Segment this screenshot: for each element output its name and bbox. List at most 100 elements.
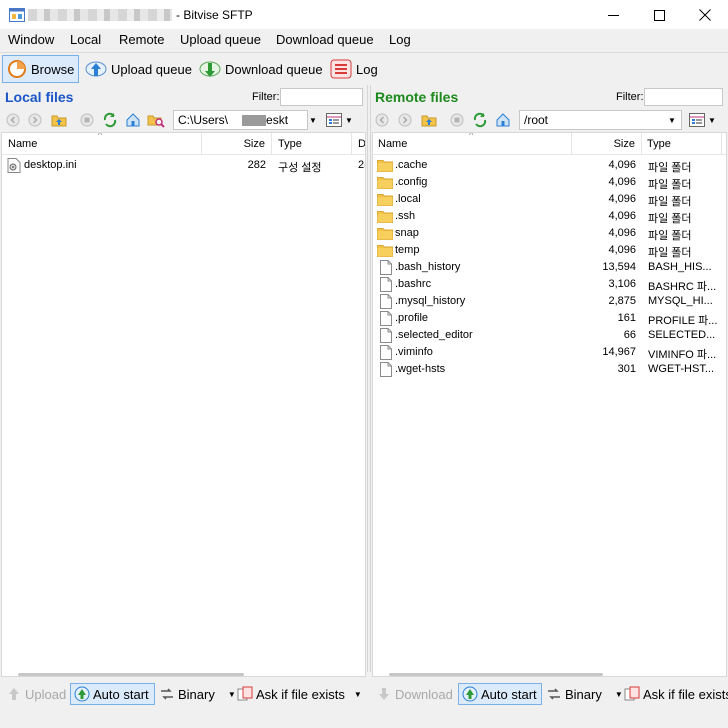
remote-horizontal-scrollbar-thumb[interactable] bbox=[389, 673, 603, 676]
menu-window[interactable]: Window bbox=[6, 32, 56, 47]
remote-parent-folder-button[interactable] bbox=[420, 111, 438, 129]
overwrite-prompt-icon bbox=[237, 686, 253, 701]
download-queue-button[interactable]: Download queue bbox=[195, 55, 326, 83]
upload-button[interactable]: Upload bbox=[3, 683, 69, 705]
remote-col-size[interactable]: Size bbox=[572, 133, 642, 155]
local-col-type[interactable]: Type bbox=[272, 133, 352, 155]
remote-path-field[interactable]: /root bbox=[519, 110, 682, 130]
upload-queue-button[interactable]: Upload queue bbox=[81, 55, 195, 83]
file-name: .bash_history bbox=[395, 261, 461, 273]
local-forward-button[interactable] bbox=[26, 111, 44, 129]
file-icon bbox=[380, 311, 392, 326]
table-row[interactable]: .profile 161 PROFILE 파... bbox=[373, 310, 726, 327]
minimize-button[interactable] bbox=[590, 0, 636, 30]
remote-back-button[interactable] bbox=[373, 111, 391, 129]
local-filter-input[interactable] bbox=[280, 88, 363, 106]
stop-icon bbox=[450, 113, 464, 127]
table-row[interactable]: temp 4,096 파일 폴더 bbox=[373, 242, 726, 259]
file-size: 66 bbox=[623, 329, 636, 341]
remote-home-button[interactable] bbox=[494, 111, 512, 129]
menu-remote[interactable]: Remote bbox=[117, 32, 167, 47]
table-row[interactable]: .bashrc 3,106 BASHRC 파... bbox=[373, 276, 726, 293]
auto-start-label: Auto start bbox=[481, 686, 537, 702]
menu-log[interactable]: Log bbox=[387, 32, 413, 47]
local-horizontal-scrollbar-thumb[interactable] bbox=[18, 673, 244, 676]
local-column-header: ^ Name Size Type D bbox=[2, 133, 365, 155]
remote-col-name[interactable]: ^ Name bbox=[373, 133, 572, 155]
chevron-down-icon: ▼ bbox=[345, 115, 353, 125]
remote-stop-button[interactable] bbox=[448, 111, 466, 129]
file-size: 4,096 bbox=[608, 227, 636, 239]
menu-local[interactable]: Local bbox=[68, 32, 103, 47]
local-path-dropdown[interactable]: ▼ bbox=[306, 110, 320, 130]
browse-button[interactable]: Browse bbox=[2, 55, 79, 83]
table-row[interactable]: .local 4,096 파일 폴더 bbox=[373, 191, 726, 209]
file-size: 4,096 bbox=[608, 159, 636, 171]
file-name: .viminfo bbox=[395, 346, 433, 358]
file-size: 301 bbox=[617, 363, 636, 375]
local-col-size[interactable]: Size bbox=[202, 133, 272, 155]
remote-forward-button[interactable] bbox=[396, 111, 414, 129]
file-icon bbox=[380, 328, 392, 343]
local-parent-folder-button[interactable] bbox=[50, 111, 68, 129]
download-button[interactable]: Download bbox=[373, 683, 456, 705]
menu-download-queue[interactable]: Download queue bbox=[274, 32, 376, 47]
table-row[interactable]: snap 4,096 파일 폴더 bbox=[373, 225, 726, 242]
folder-icon bbox=[377, 177, 393, 189]
table-row[interactable]: .selected_editor 66 SELECTED... bbox=[373, 327, 726, 344]
remote-col-type[interactable]: Type bbox=[642, 133, 722, 155]
remote-view-button[interactable]: ▼ bbox=[689, 110, 725, 130]
remote-file-list[interactable]: ^ Name Size Type .cache 4,096 파일 폴더 .config… bbox=[372, 132, 727, 677]
local-overwrite-dropdown[interactable]: Ask if file exists ▼ bbox=[234, 683, 365, 705]
local-col-date[interactable]: D bbox=[352, 133, 365, 155]
folder-icon bbox=[377, 192, 393, 209]
table-row[interactable]: .config 4,096 파일 폴더 bbox=[373, 174, 726, 191]
local-binary-dropdown[interactable]: Binary ▼ bbox=[156, 683, 239, 705]
local-find-folder-button[interactable] bbox=[147, 111, 165, 129]
local-path-field[interactable]: C:\Users\ \Deskt bbox=[173, 110, 308, 130]
remote-panel-title: Remote files bbox=[375, 89, 459, 105]
remote-overwrite-dropdown[interactable]: Ask if file exists bbox=[621, 683, 728, 705]
menu-upload-queue[interactable]: Upload queue bbox=[178, 32, 263, 47]
file-type: 파일 폴더 bbox=[648, 162, 692, 174]
table-row[interactable]: .mysql_history 2,875 MYSQL_HI... bbox=[373, 293, 726, 310]
file-type: WGET-HST... bbox=[648, 363, 714, 375]
remote-binary-dropdown[interactable]: Binary ▼ bbox=[543, 683, 626, 705]
local-auto-start-toggle[interactable]: Auto start bbox=[70, 683, 155, 705]
table-row[interactable]: .ssh 4,096 파일 폴더 bbox=[373, 208, 726, 225]
file-type: 파일 폴더 bbox=[648, 247, 692, 259]
local-view-button[interactable]: ▼ bbox=[326, 110, 362, 130]
folder-icon bbox=[377, 158, 393, 175]
table-row[interactable]: .wget-hsts 301 WGET-HST... bbox=[373, 361, 726, 378]
remote-filter-label: Filter: bbox=[616, 91, 644, 103]
file-name: desktop.ini bbox=[24, 159, 77, 171]
maximize-button[interactable] bbox=[636, 0, 682, 30]
local-col-name[interactable]: ^ Name bbox=[2, 133, 202, 155]
table-row[interactable]: .bash_history 13,594 BASH_HIS... bbox=[373, 259, 726, 276]
table-row[interactable]: .cache 4,096 파일 폴더 bbox=[373, 157, 726, 175]
back-arrow-icon bbox=[6, 113, 20, 127]
local-refresh-button[interactable] bbox=[101, 111, 119, 129]
close-button[interactable] bbox=[682, 0, 728, 30]
table-row[interactable]: .viminfo 14,967 VIMINFO 파... bbox=[373, 344, 726, 361]
remote-filter-input[interactable] bbox=[644, 88, 723, 106]
table-row[interactable]: desktop.ini 282 구성 설정 2( bbox=[2, 157, 365, 174]
window-title: - Bitvise SFTP bbox=[176, 8, 253, 22]
local-stop-button[interactable] bbox=[78, 111, 96, 129]
folder-up-icon bbox=[51, 115, 67, 127]
remote-transfer-bar: Download Auto start Binary ▼ Ask if file… bbox=[371, 682, 728, 706]
maximize-icon bbox=[653, 9, 665, 21]
local-home-button[interactable] bbox=[124, 111, 142, 129]
remote-refresh-button[interactable] bbox=[471, 111, 489, 129]
folder-icon bbox=[377, 160, 393, 172]
refresh-icon bbox=[473, 112, 487, 128]
file-icon bbox=[380, 294, 392, 309]
local-back-button[interactable] bbox=[4, 111, 22, 129]
remote-path-dropdown[interactable]: ▼ bbox=[665, 110, 679, 130]
remote-auto-start-toggle[interactable]: Auto start bbox=[458, 683, 542, 705]
file-size: 4,096 bbox=[608, 176, 636, 188]
local-file-list[interactable]: ^ Name Size Type D desktop.ini 282 구성 설정… bbox=[1, 132, 366, 677]
ask-if-exists-label: Ask if file exists bbox=[643, 686, 728, 702]
folder-up-icon bbox=[421, 115, 437, 127]
log-button[interactable]: Log bbox=[326, 55, 381, 83]
